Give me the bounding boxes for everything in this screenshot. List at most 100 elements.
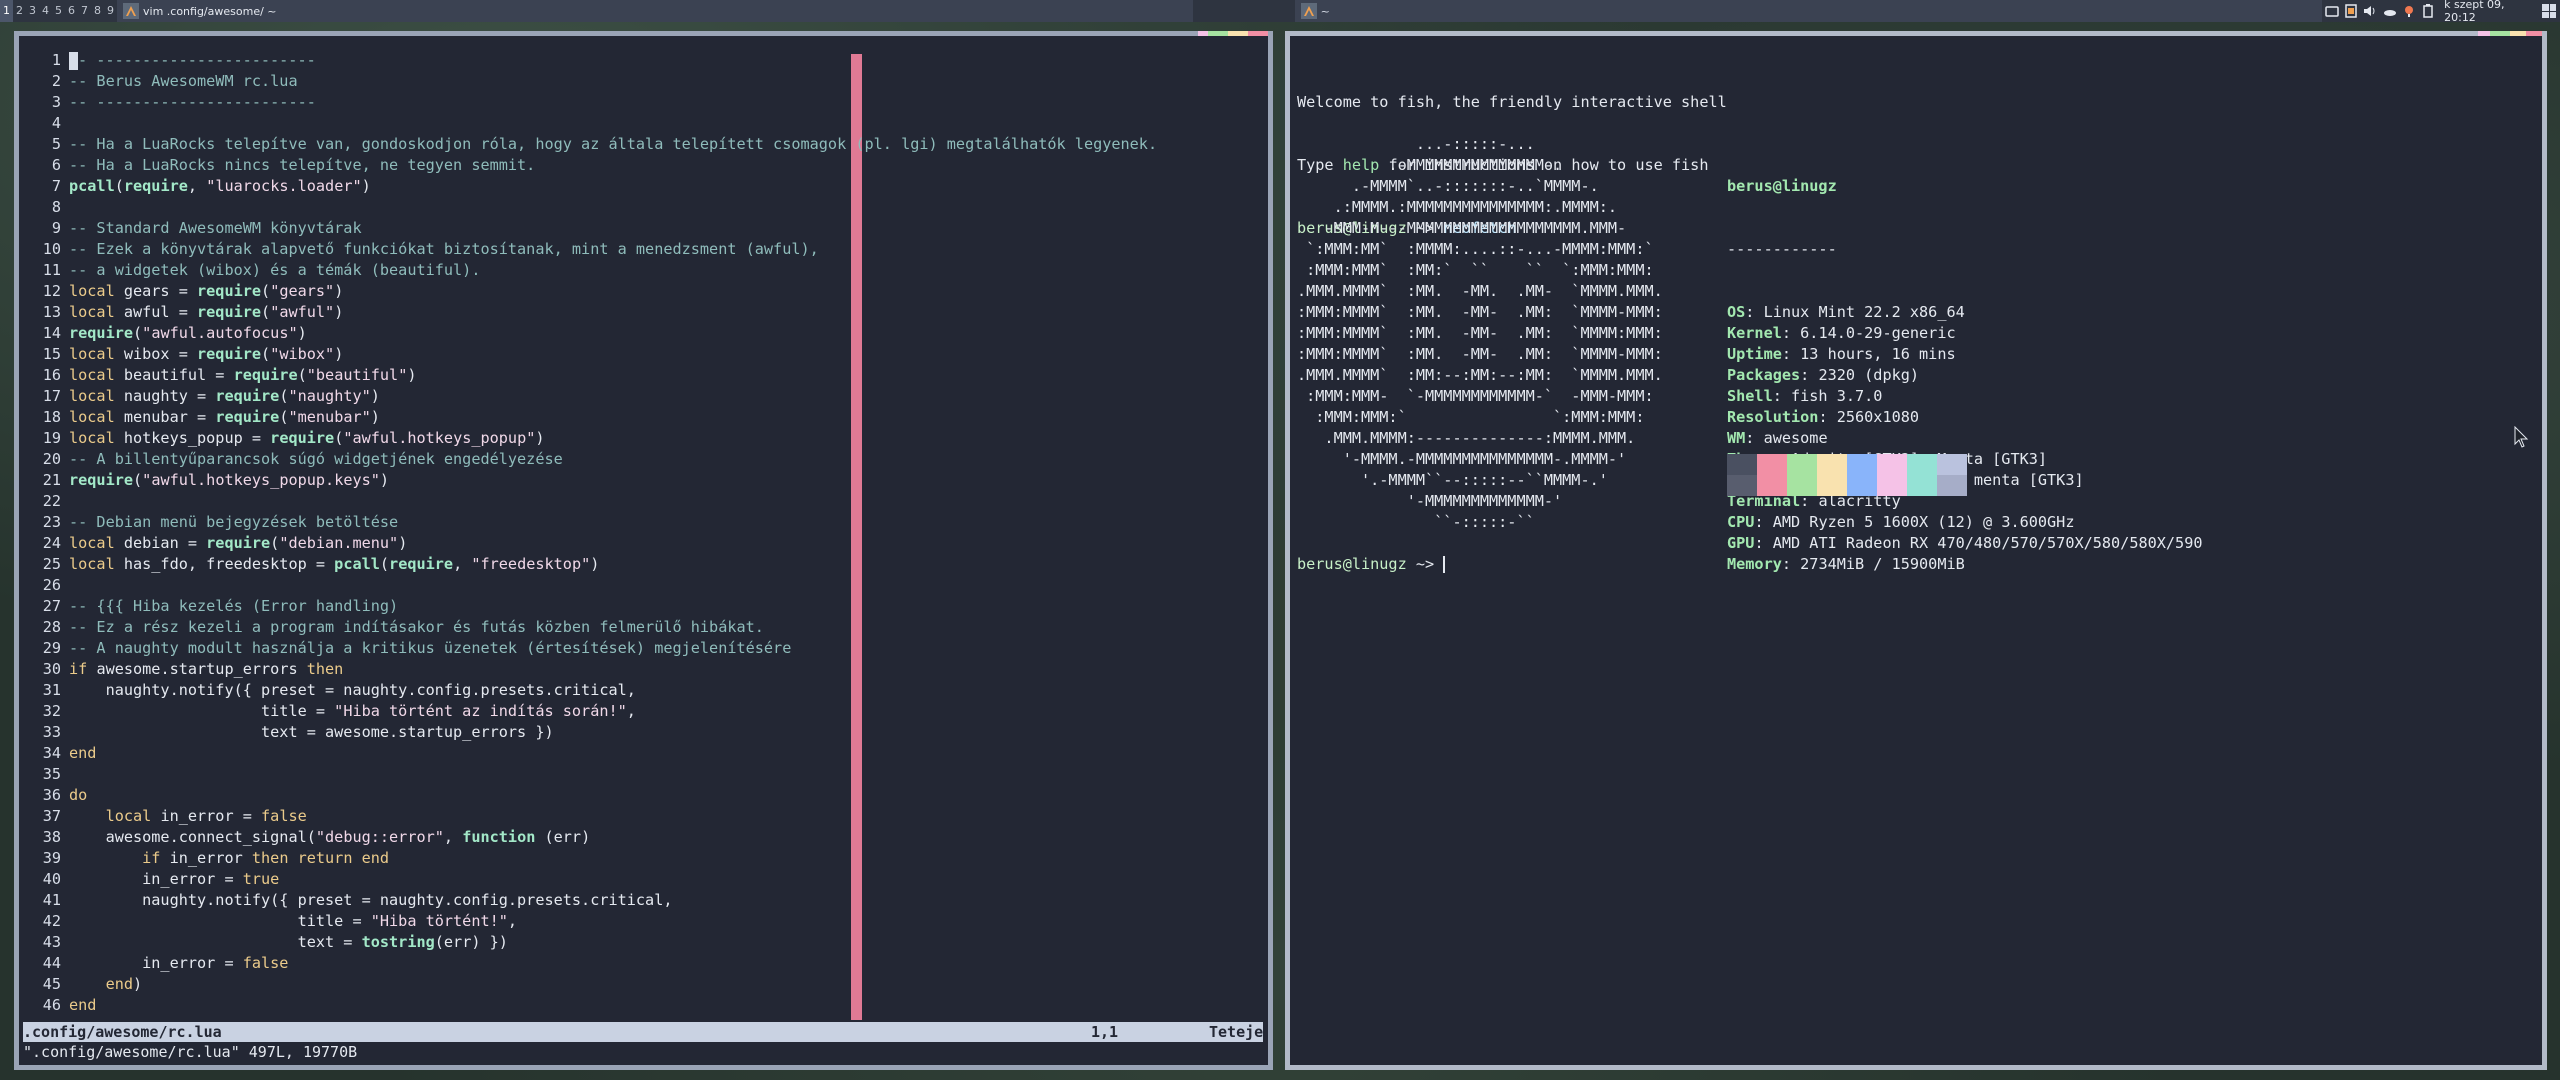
logo-line: .-MMMMMMMMMMMMMMM-. (1297, 156, 1563, 174)
line-code: local awful = require("awful") (69, 302, 343, 323)
titlebar-accent (2490, 31, 2510, 36)
line-number: 19 (42, 429, 61, 447)
cloud-icon[interactable] (2381, 2, 2398, 20)
code-line: 36 do (23, 785, 1263, 806)
line-code: naughty.notify({ preset = naughty.config… (69, 890, 672, 911)
code-token: awesome.connect_signal( (69, 828, 316, 846)
line-code: local beautiful = require("beautiful") (69, 365, 417, 386)
vim-window[interactable]: 1 - ------------------------ 2 -- Berus Awe… (14, 31, 1273, 1070)
screenshot-icon[interactable] (2323, 2, 2340, 20)
vim-cmdline[interactable]: ".config/awesome/rc.lua" 497L, 19770B (23, 1042, 1263, 1063)
info-row: Kernel: 6.14.0-29-generic (1727, 323, 2527, 344)
code-token: (err) (535, 828, 591, 846)
code-token: , (453, 555, 472, 573)
code-token: ) (133, 975, 143, 993)
code-token: require (69, 324, 134, 342)
code-token: tostring (361, 933, 435, 951)
tag-2[interactable]: 2 (13, 0, 26, 22)
code-line: 20 -- A billentyűparancsok súgó widgetjén… (23, 449, 1263, 470)
info-rows: OS: Linux Mint 22.2 x86_64 Kernel: 6.14.0… (1727, 302, 2527, 575)
code-line: 21 require("awful.hotkeys_popup.keys") (23, 470, 1263, 491)
alacritty-icon (1300, 3, 1317, 19)
palette-swatch (1787, 475, 1817, 496)
palette-swatch (1877, 454, 1907, 475)
code-token: require (197, 345, 262, 363)
vim-statusline: .config/awesome/rc.lua 1,1 Teteje (23, 1022, 1263, 1042)
alacritty-icon (123, 3, 139, 19)
code-token: naughty.notify({ preset = naughty.config… (69, 891, 673, 909)
code-line: 38 awesome.connect_signal("debug::error"… (23, 827, 1263, 848)
line-number: 20 (42, 450, 61, 468)
code-token: -- A billentyűparancsok súgó widgetjének… (69, 450, 563, 468)
line-code: -- ------------------------ (69, 92, 316, 113)
code-token: awful = (114, 303, 198, 321)
terminal-window[interactable]: Welcome to fish, the friendly interactiv… (1285, 31, 2547, 1070)
layout-icon[interactable] (2542, 4, 2556, 18)
battery-icon[interactable] (2420, 2, 2437, 20)
line-number: 16 (42, 366, 61, 384)
code-token: local (69, 282, 115, 300)
line-number: 7 (51, 177, 61, 195)
network-icon[interactable] (2342, 2, 2359, 20)
tag-4[interactable]: 4 (39, 0, 52, 22)
clock[interactable]: k szept 09, 20:12 (2444, 0, 2536, 24)
tag-6[interactable]: 6 (65, 0, 78, 22)
line-number: 9 (51, 219, 61, 237)
taskbar-item-vim[interactable]: vim .config/awesome/ ~ (117, 0, 1193, 22)
active-prompt[interactable]: berus@linugz ~> (1297, 554, 1446, 575)
logo-line: ``-:::::-`` (1297, 513, 1535, 531)
vim-buffer[interactable]: 1 - ------------------------ 2 -- Berus Awe… (23, 50, 1263, 1020)
code-line: 37 local in_error = false (23, 806, 1263, 827)
code-token: ( (133, 324, 143, 342)
tag-5[interactable]: 5 (52, 0, 65, 22)
line-number: 33 (42, 723, 61, 741)
tag-3[interactable]: 3 (26, 0, 39, 22)
line-number: 17 (42, 387, 61, 405)
prompt-user: berus@linugz (1297, 555, 1407, 573)
code-token: beautiful = (114, 366, 234, 384)
tag-8[interactable]: 8 (91, 0, 104, 22)
line-number: 29 (42, 639, 61, 657)
code-token: local (69, 366, 115, 384)
code-token: true (242, 870, 280, 888)
palette-swatch (1757, 454, 1787, 475)
code-token: local (105, 807, 152, 825)
info-key: GPU (1727, 534, 1755, 552)
line-number: 32 (42, 702, 61, 720)
code-line: 23 -- Debian menü bejegyzések betöltése (23, 512, 1263, 533)
info-value: : 2560x1080 (1818, 408, 1920, 426)
line-number: 30 (42, 660, 61, 678)
info-key: OS (1727, 303, 1746, 321)
info-separator: ------------ (1727, 240, 1837, 258)
updates-icon[interactable] (2400, 2, 2417, 20)
tag-9[interactable]: 9 (104, 0, 117, 22)
code-token: function (462, 828, 536, 846)
line-code: text = awesome.startup_errors }) (69, 722, 554, 743)
palette-swatch (1727, 475, 1757, 496)
line-number: 18 (42, 408, 61, 426)
logo-line: :MMM:MMMM` :MM. -MM- .MM: `MMMM-MMM: (1297, 345, 1663, 363)
info-row: OS: Linux Mint 22.2 x86_64 (1727, 302, 2527, 323)
info-value: : 2734MiB / 15900MiB (1781, 555, 1965, 573)
info-value: : 2320 (dpkg) (1800, 366, 1920, 384)
line-number: 44 (42, 954, 61, 972)
logo-line: -MMM-M---MMMMMMMMMMMMMMMMMMM.MMM- (1297, 219, 1627, 237)
info-key: WM (1727, 429, 1746, 447)
code-token: "awful.hotkeys_popup" (343, 429, 536, 447)
taskbar-item-terminal[interactable]: ~ (1294, 0, 2322, 22)
line-code: local gears = require("gears") (69, 281, 343, 302)
code-line: 44 in_error = false (23, 953, 1263, 974)
code-token: require (233, 366, 298, 384)
line-code: local naughty = require("naughty") (69, 386, 380, 407)
info-value: : 13 hours, 16 mins (1781, 345, 1956, 363)
palette-row-bottom (1727, 475, 1967, 496)
tag-7[interactable]: 7 (78, 0, 91, 22)
volume-icon[interactable] (2362, 2, 2379, 20)
palette-swatch (1847, 454, 1877, 475)
code-token: "wibox" (270, 345, 335, 363)
code-line: 35 (23, 764, 1263, 785)
tag-1[interactable]: 1 (0, 0, 13, 22)
code-token: ) (361, 177, 371, 195)
logo-line: :MMM:MMMM` :MM. -MM- .MM: `MMMM-MMM: (1297, 303, 1663, 321)
code-token: ) (297, 324, 307, 342)
